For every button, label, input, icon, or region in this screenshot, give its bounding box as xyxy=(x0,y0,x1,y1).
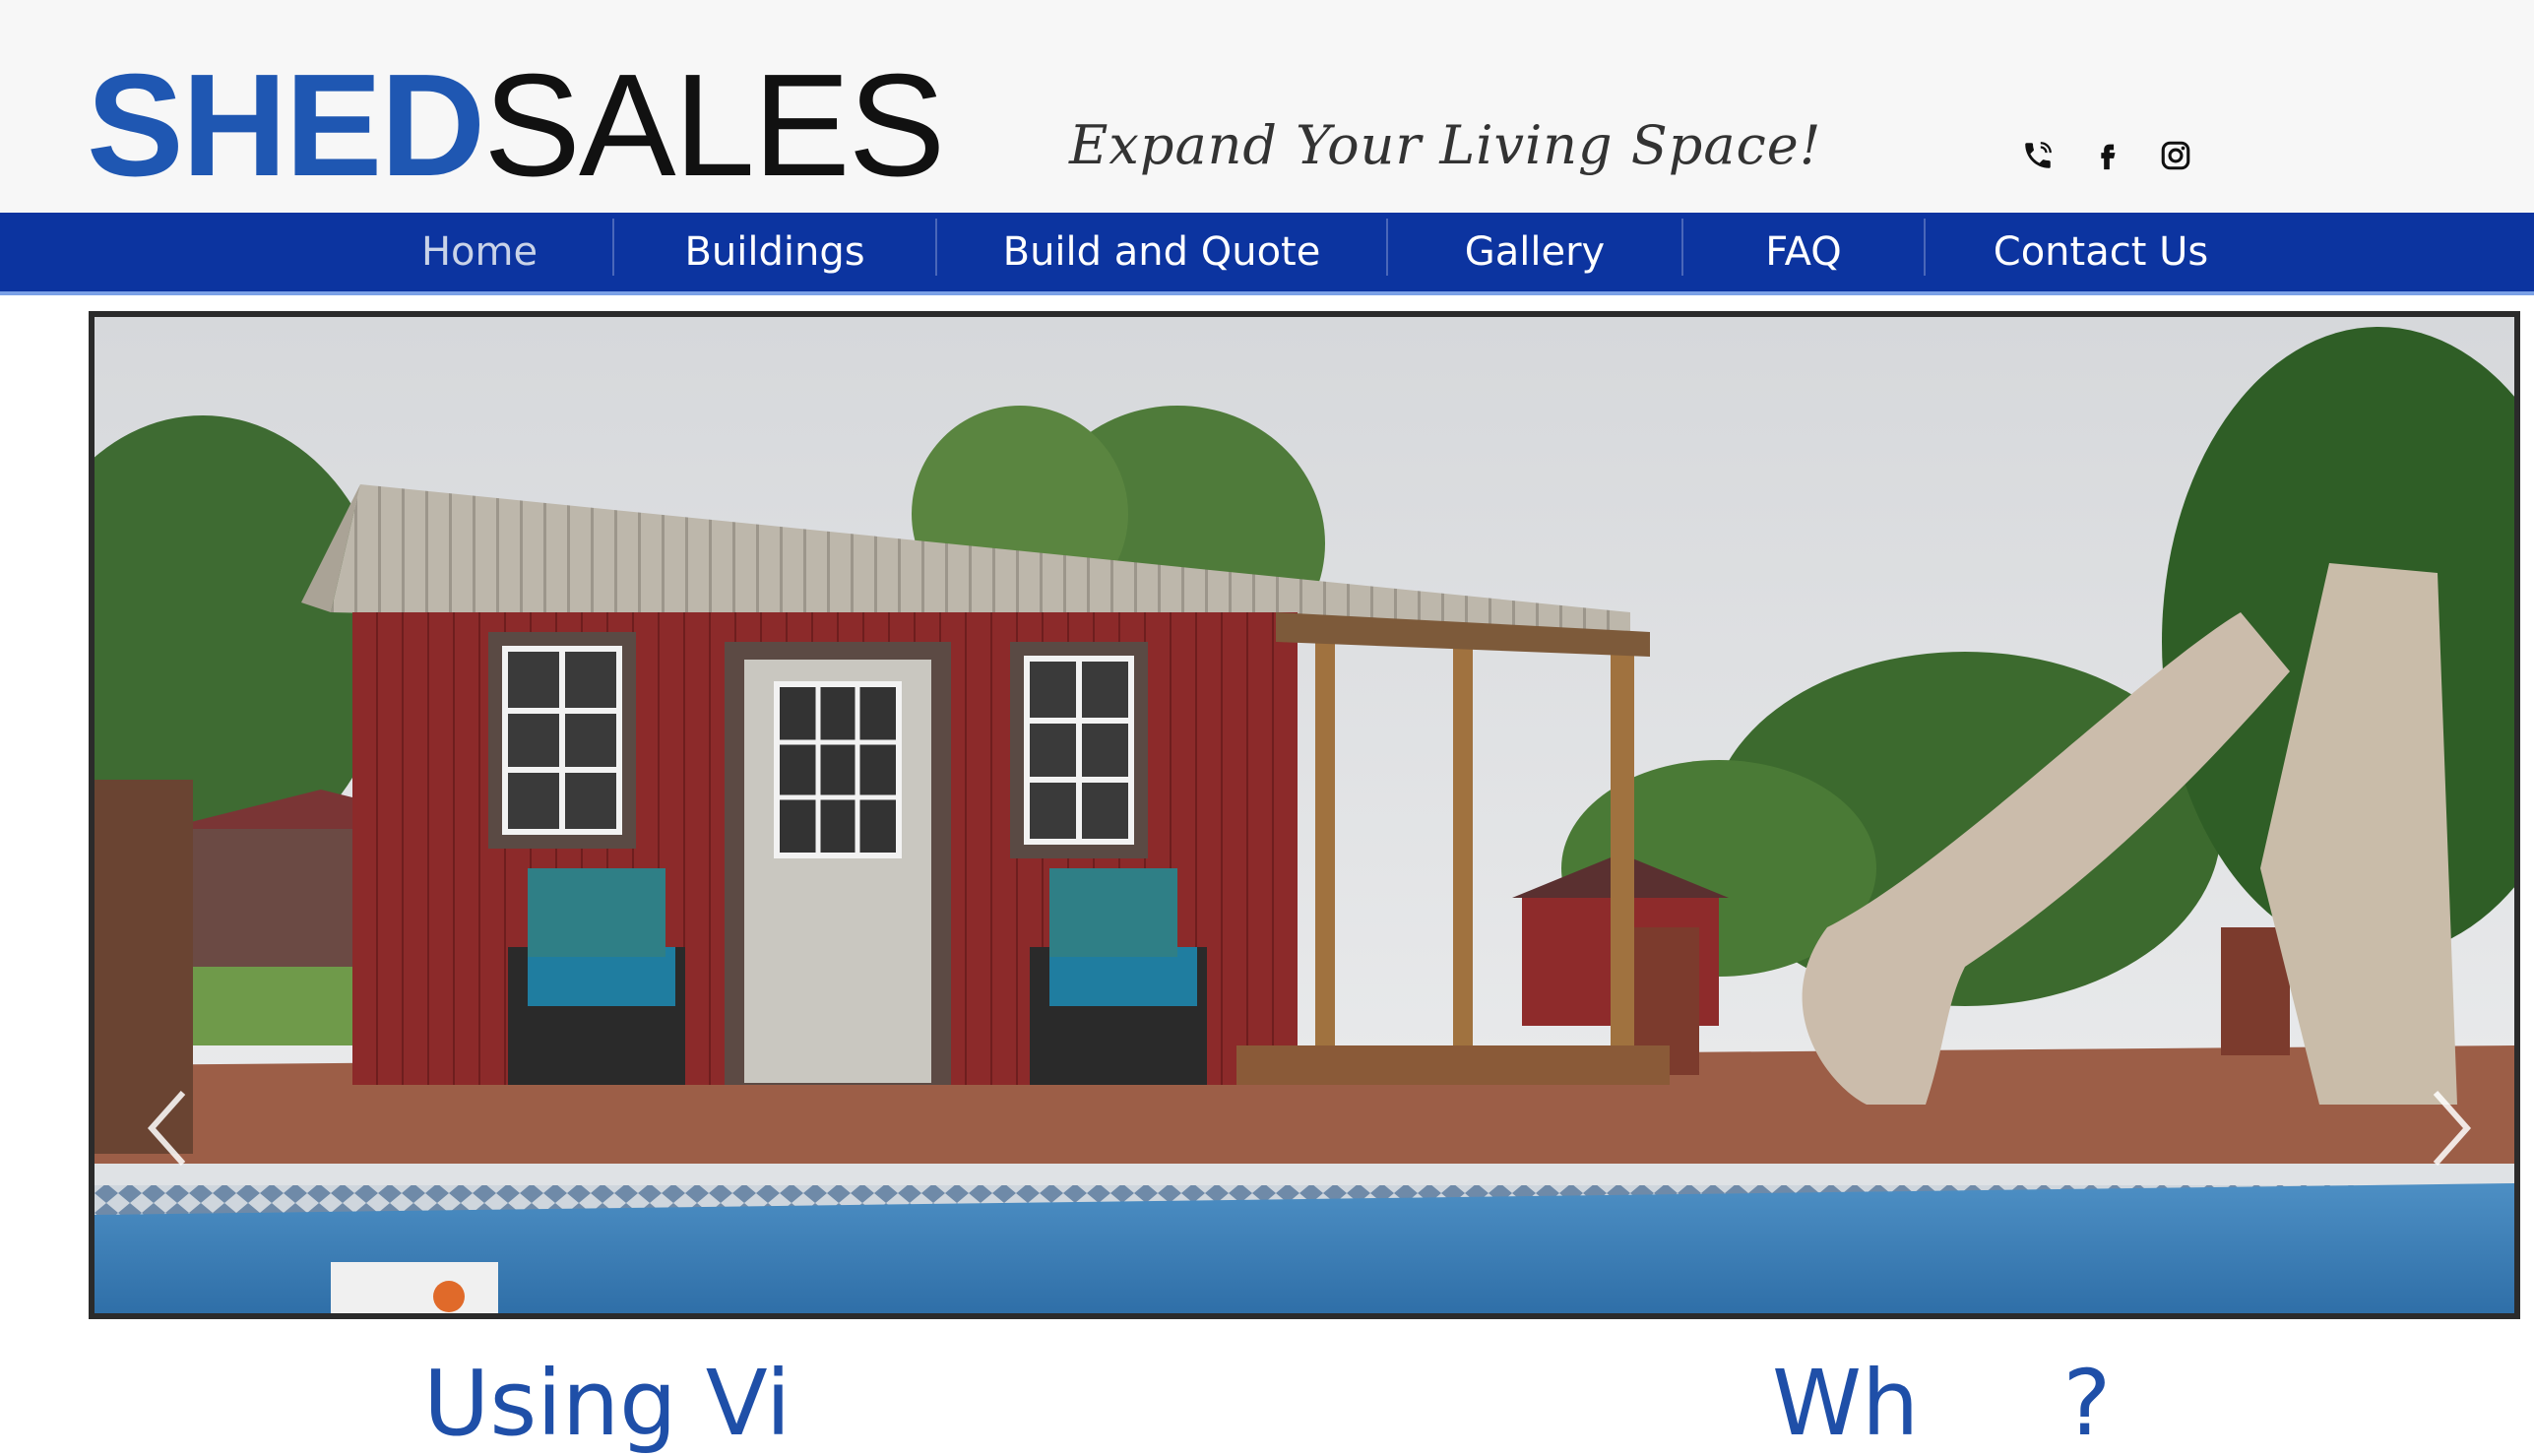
site-header: SHED SALES Expand Your Living Space! xyxy=(0,0,2534,213)
chevron-right-icon[interactable] xyxy=(2422,1089,2481,1168)
logo-sales-text: SALES xyxy=(483,44,945,207)
phone-icon[interactable] xyxy=(2020,138,2056,173)
main-nav: Home Buildings Build and Quote Gallery F… xyxy=(0,213,2534,295)
section-heading-left: Using Vi xyxy=(423,1351,792,1456)
nav-build-and-quote[interactable]: Build and Quote xyxy=(937,213,1386,291)
instagram-icon[interactable] xyxy=(2158,138,2193,173)
nav-contact-us[interactable]: Contact Us xyxy=(1926,213,2276,291)
hero-image xyxy=(95,317,2514,1313)
nav-buildings[interactable]: Buildings xyxy=(614,213,935,291)
nav-home[interactable]: Home xyxy=(374,213,585,291)
tagline: Expand Your Living Space! xyxy=(1069,114,1822,176)
nav-faq[interactable]: FAQ xyxy=(1683,213,1924,291)
logo-shed-text: SHED xyxy=(87,44,485,207)
hero-slideshow[interactable] xyxy=(89,311,2520,1319)
chevron-left-icon[interactable] xyxy=(138,1089,197,1168)
facebook-icon[interactable] xyxy=(2089,138,2124,173)
site-logo[interactable]: SHED SALES xyxy=(87,53,945,199)
section-heading-right: Wh ? xyxy=(1772,1351,2112,1456)
social-bar xyxy=(2020,138,2193,173)
nav-gallery[interactable]: Gallery xyxy=(1388,213,1681,291)
